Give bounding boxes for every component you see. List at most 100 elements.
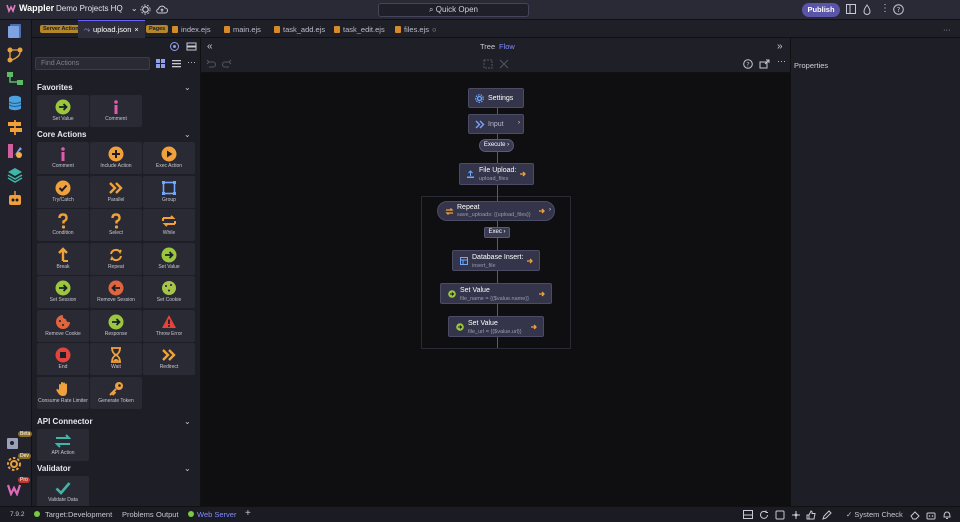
section-validator[interactable]: Validator [37,464,71,473]
settings-node[interactable]: Settings [468,88,524,108]
action-card-generate-token[interactable]: Generate Token [90,376,142,409]
help-icon[interactable]: ? [893,4,905,16]
undo-icon[interactable] [206,59,216,69]
output-button[interactable]: Output [156,510,179,519]
input-node[interactable]: Input › [468,114,524,134]
action-card-set-value[interactable]: Set Value [37,95,89,127]
tab-index-ejs[interactable]: index.ejs [166,20,217,38]
robot-icon[interactable] [926,510,936,520]
action-card-consume-rate-limiter[interactable]: Consume Rate Limiter [37,376,89,409]
action-card-end[interactable]: End [37,343,89,375]
action-card-remove-session[interactable]: Remove Session [90,276,142,308]
tabs-overflow-menu[interactable]: ··· [937,20,957,38]
action-card-set-value[interactable]: Set Value [143,242,195,275]
problems-button[interactable]: Problems [122,510,154,519]
chevron-down-icon[interactable]: ⌄ [184,130,192,139]
action-card-set-cookie[interactable]: Set Cookie [143,276,195,308]
collapse-left-icon[interactable]: « [207,41,213,52]
action-card-redirect[interactable]: Redirect [143,343,195,375]
eraser-icon[interactable] [910,510,920,520]
close-icon[interactable]: × [134,25,138,34]
action-card-parallel[interactable]: Parallel [90,175,142,208]
section-api-connector[interactable]: API Connector [37,417,93,426]
action-card-set-session[interactable]: Set Session [37,276,89,308]
layers-icon[interactable] [6,166,26,186]
execute-step[interactable]: Execute › [479,139,514,152]
system-check-button[interactable]: ✓ System Check [846,510,903,519]
list-view-icon[interactable] [172,59,181,68]
droplet-icon[interactable] [862,4,874,16]
view-tree-tab[interactable]: Tree [480,42,495,51]
server-icon[interactable] [186,41,198,53]
layout-icon[interactable] [846,4,858,16]
workflows-icon[interactable] [6,46,26,66]
exec-step[interactable]: Exec › [484,227,510,238]
file-upload-node[interactable]: File Upload: upload_files [459,163,534,185]
target-selector[interactable]: Development [68,510,112,519]
action-card-group[interactable]: Group [143,175,195,208]
section-core-actions[interactable]: Core Actions [37,130,87,139]
action-card-api-action[interactable]: API Action [37,429,89,461]
sync-icon[interactable] [775,510,785,520]
cloud-upload-icon[interactable] [156,4,168,16]
pages-icon[interactable] [6,22,26,42]
expand-arrows-icon[interactable] [499,59,509,69]
web-server-button[interactable]: Web Server [197,510,236,519]
section-favorites[interactable]: Favorites [37,83,73,92]
set-value-node-1[interactable]: Set Value file_name = {{$value.name}} [440,283,552,304]
tab-main-ejs[interactable]: main.ejs [218,20,267,38]
design-palette-icon[interactable] [6,142,26,162]
action-card-exec-action[interactable]: Exec Action [143,142,195,174]
refresh-icon[interactable] [759,510,769,520]
set-value-node-2[interactable]: Set Value file_url = {{$value.url}} [448,316,544,337]
zoom-fit-icon[interactable] [483,59,493,69]
app-logo[interactable]: Wappler [6,3,54,13]
action-card-response[interactable]: Response [90,309,142,342]
action-card-try-catch[interactable]: Try/Catch [37,175,89,208]
action-card-break[interactable]: Break [37,242,89,275]
panel-more-icon[interactable]: ··· [187,57,196,67]
action-card-select[interactable]: Select [90,209,142,241]
expand-right-icon[interactable]: » [777,41,783,52]
redo-icon[interactable] [222,59,232,69]
extensions-icon[interactable]: Beta [6,431,33,454]
action-card-wait[interactable]: Wait [90,343,142,375]
server-connect-icon[interactable] [6,70,26,90]
action-card-remove-cookie[interactable]: Remove Cookie [37,309,89,342]
tab-upload-json[interactable]: ⤳ upload.json × [78,20,145,38]
database-icon[interactable] [6,94,26,114]
database-insert-node[interactable]: Database Insert: insert_file [452,250,540,271]
chevron-down-icon[interactable]: ⌄ [184,464,192,473]
repeat-node[interactable]: Repeat save_uploads: {{upload_files}} › [437,201,555,221]
project-selector[interactable]: Demo Projects HQ ⌄ [56,4,138,13]
network-icon[interactable] [791,510,801,520]
routing-signpost-icon[interactable] [6,118,26,138]
grid-view-icon[interactable] [156,59,165,68]
action-card-comment[interactable]: Comment [37,142,89,174]
tab-task-edit-ejs[interactable]: task_edit.ejs [328,20,391,38]
quick-open-input[interactable]: ⌕ Quick Open [378,3,529,17]
action-card-repeat[interactable]: Repeat [90,242,142,275]
action-card-comment[interactable]: Comment [90,95,142,127]
tab-task-add-ejs[interactable]: task_add.ejs [268,20,331,38]
bell-icon[interactable] [942,510,952,520]
action-card-while[interactable]: While [143,209,195,241]
help-circle-icon[interactable]: ? [743,59,753,69]
toolbar-more-icon[interactable]: ··· [777,56,786,66]
chevron-down-icon[interactable]: ⌄ [184,417,192,426]
account-icon[interactable]: Pro [6,477,30,500]
layout-panels-icon[interactable] [743,510,753,519]
action-card-include-action[interactable]: Include Action [90,142,142,174]
settings-gear-icon[interactable]: Dev [6,453,31,476]
pen-icon[interactable] [822,510,832,520]
chevron-down-icon[interactable]: ⌄ [184,83,192,92]
view-flow-tab[interactable]: Flow [499,42,515,51]
export-icon[interactable] [759,59,770,69]
kebab-menu-icon[interactable]: ⋮ [879,4,891,16]
find-actions-input[interactable]: Find Actions [35,57,150,70]
action-card-validate-data[interactable]: Validate Data [37,476,89,508]
add-button[interactable]: + [245,508,251,519]
action-card-throw-error[interactable]: Throw Error [143,309,195,342]
gear-icon[interactable] [140,4,152,16]
publish-button[interactable]: Publish [802,3,840,17]
